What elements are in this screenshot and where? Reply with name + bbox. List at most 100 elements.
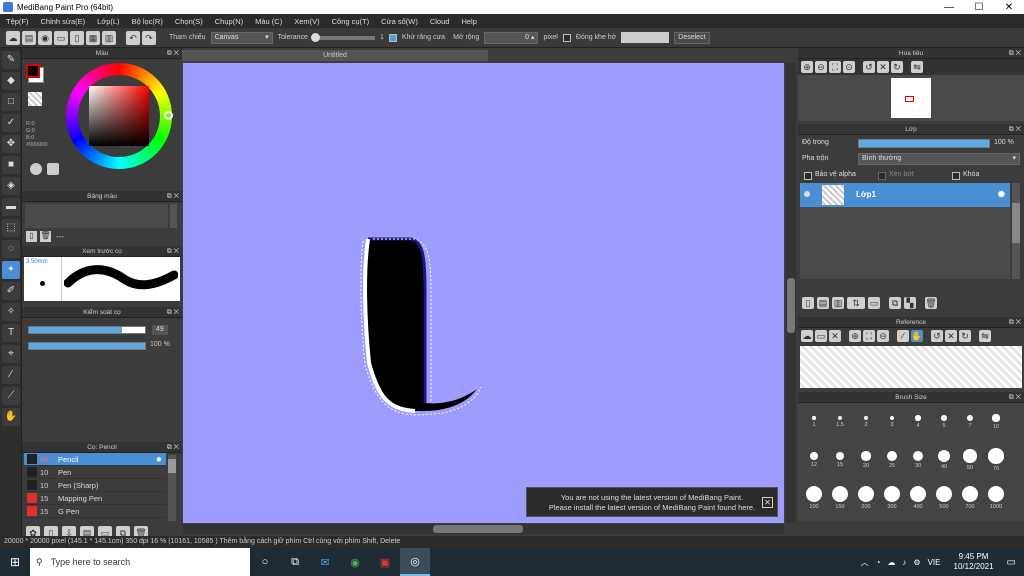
layer-row[interactable]: Lớp1 ✹ <box>800 183 1010 207</box>
grid-icon[interactable]: ▦ <box>86 30 100 45</box>
antialias-checkbox[interactable] <box>388 33 397 42</box>
brush-size-option[interactable]: 500 <box>932 483 956 517</box>
panel-close-icon[interactable]: ⧉ ✕ <box>1009 48 1021 59</box>
network-icon[interactable]: ◔ <box>876 558 881 567</box>
menu-window[interactable]: Cửa sổ(W) <box>375 17 424 26</box>
zoom-out-icon[interactable]: ⊖ <box>815 61 827 73</box>
reference-cloud-icon[interactable]: ☁ <box>801 330 813 342</box>
brush-size-option[interactable]: 25 <box>880 445 904 479</box>
brush-size-option[interactable]: 700 <box>958 483 982 517</box>
brush-list-item[interactable]: 15 Mapping Pen <box>24 492 166 505</box>
vertical-scrollbar[interactable] <box>786 63 796 523</box>
expand-input[interactable]: 0 ▴ <box>484 31 539 44</box>
brush-size-option[interactable]: 150 <box>828 483 852 517</box>
layer-arrange-icon[interactable]: ⇅ <box>847 297 865 309</box>
brush-size-option[interactable]: 3 <box>880 407 904 441</box>
reference-eyedropper-icon[interactable]: ⁄ <box>897 330 909 342</box>
chrome-icon[interactable]: ◎ <box>400 548 430 576</box>
chat-icon[interactable]: ▭ <box>54 30 68 45</box>
layer-scrollbar[interactable] <box>1012 183 1020 279</box>
brush-size-option[interactable]: 2 <box>854 407 878 441</box>
drawing-canvas[interactable]: You are not using the latest version of … <box>183 63 784 523</box>
menu-cloud[interactable]: Cloud <box>424 17 456 26</box>
brush-size-option[interactable]: 40 <box>932 445 956 479</box>
menu-file[interactable]: Tệp(F) <box>0 17 35 26</box>
pen-tool-icon[interactable]: ✓ <box>2 114 20 132</box>
reference-flip-icon[interactable]: ⇋ <box>979 330 991 342</box>
reference-zoom-out-icon[interactable]: ⊖ <box>877 330 889 342</box>
brush-size-option[interactable]: 300 <box>880 483 904 517</box>
brush-list-item[interactable]: 49 Pencil ✹ <box>24 453 166 466</box>
brush-list-item[interactable]: 15 G Pen <box>24 505 166 518</box>
menu-select[interactable]: Chọn(S) <box>169 17 209 26</box>
text-tool-icon[interactable]: T <box>2 324 20 342</box>
tolerance-slider[interactable] <box>310 32 375 42</box>
close-gap-checkbox[interactable] <box>562 33 571 42</box>
palette-icon[interactable] <box>30 163 42 175</box>
reference-reset-icon[interactable]: ✕ <box>945 330 957 342</box>
reference-close-icon[interactable]: ✕ <box>829 330 841 342</box>
gap-color-swatch[interactable] <box>621 32 670 43</box>
task-switch-icon[interactable]: ⧉ <box>280 556 310 569</box>
taskbar-search-box[interactable]: ⚲ Type here to search <box>30 548 250 576</box>
update-notification[interactable]: You are not using the latest version of … <box>526 487 778 517</box>
delete-layer-icon[interactable]: 🗑 <box>925 297 937 309</box>
select-eraser-icon[interactable]: ✧ <box>2 303 20 321</box>
brush-size-option[interactable]: 1000 <box>984 483 1008 517</box>
brush-size-option[interactable]: 7 <box>958 407 982 441</box>
maximize-button[interactable]: ☐ <box>964 2 994 13</box>
bucket-tool-icon[interactable]: ◈ <box>2 177 20 195</box>
reference-zoom-in-icon[interactable]: ⊕ <box>849 330 861 342</box>
layer-folder-icon[interactable]: ▭ <box>868 297 880 309</box>
notification-center-icon[interactable]: ▭ <box>1007 557 1016 568</box>
task-view-icon[interactable]: ○ <box>250 556 280 568</box>
dot-tool-icon[interactable]: □ <box>2 93 20 111</box>
operation-tool-icon[interactable]: ⌖ <box>2 345 20 363</box>
page-icon[interactable]: ▯ <box>70 30 84 45</box>
comment-icon[interactable]: ◉ <box>38 30 52 45</box>
cloud-sync-icon[interactable]: ☁ <box>887 558 895 567</box>
brush-size-option[interactable]: 10 <box>984 407 1008 441</box>
new-halftone-layer-icon[interactable]: ▤ <box>817 297 829 309</box>
reference-select[interactable]: Canvas ▾ <box>210 31 273 44</box>
eraser-tool-icon[interactable]: ◆ <box>2 72 20 90</box>
clipping-checkbox[interactable] <box>878 172 886 180</box>
brush-size-option[interactable]: 12 <box>802 445 826 479</box>
layer-mask-icon[interactable]: ▚ <box>904 297 916 309</box>
merge-layer-icon[interactable]: ⧉ <box>889 297 901 309</box>
select-pen-icon[interactable]: ✐ <box>2 282 20 300</box>
fit-icon[interactable]: ⛶ <box>829 61 841 73</box>
flip-icon[interactable]: ⇋ <box>911 61 923 73</box>
slider-handle[interactable] <box>310 32 320 42</box>
hue-handle[interactable] <box>164 111 173 120</box>
vertical-scroll-thumb[interactable] <box>787 278 795 333</box>
menu-layer[interactable]: Lớp(L) <box>91 17 125 26</box>
divide-tool-icon[interactable]: ⟋ <box>2 387 20 405</box>
menu-snap[interactable]: Chụp(N) <box>209 17 249 26</box>
panel-close-icon[interactable]: ⧉ ✕ <box>167 48 179 59</box>
layer-opacity-slider[interactable] <box>858 139 990 148</box>
palette-list[interactable] <box>25 204 168 228</box>
navigator-preview[interactable] <box>798 75 1024 121</box>
hand-tool-icon[interactable]: ✋ <box>2 408 20 426</box>
duplicate-layer-icon[interactable]: ▥ <box>832 297 844 309</box>
menu-color[interactable]: Màu (C) <box>249 17 288 26</box>
brush-size-slider[interactable] <box>28 326 146 334</box>
reference-rotate-left-icon[interactable]: ↺ <box>931 330 943 342</box>
gradient-tool-icon[interactable]: ▬ <box>2 198 20 216</box>
volume-icon[interactable]: ♪ <box>902 558 906 567</box>
eye-icon[interactable] <box>804 191 810 197</box>
gear-icon[interactable]: ✹ <box>156 455 162 464</box>
protect-alpha-checkbox[interactable] <box>804 172 812 180</box>
brush-size-option[interactable]: 100 <box>802 483 826 517</box>
brush-size-option[interactable]: 4 <box>906 407 930 441</box>
menu-view[interactable]: Xem(V) <box>288 17 325 26</box>
brush-size-option[interactable]: 50 <box>958 445 982 479</box>
reference-fit-icon[interactable]: ⛶ <box>863 330 875 342</box>
menu-help[interactable]: Help <box>455 17 482 26</box>
mail-icon[interactable]: ✉ <box>310 556 340 569</box>
brush-size-option[interactable]: 70 <box>984 445 1008 479</box>
foreground-color-swatch[interactable] <box>26 64 40 78</box>
panel-close-icon[interactable]: ⧉ ✕ <box>167 442 179 453</box>
close-button[interactable]: ✕ <box>994 2 1024 13</box>
